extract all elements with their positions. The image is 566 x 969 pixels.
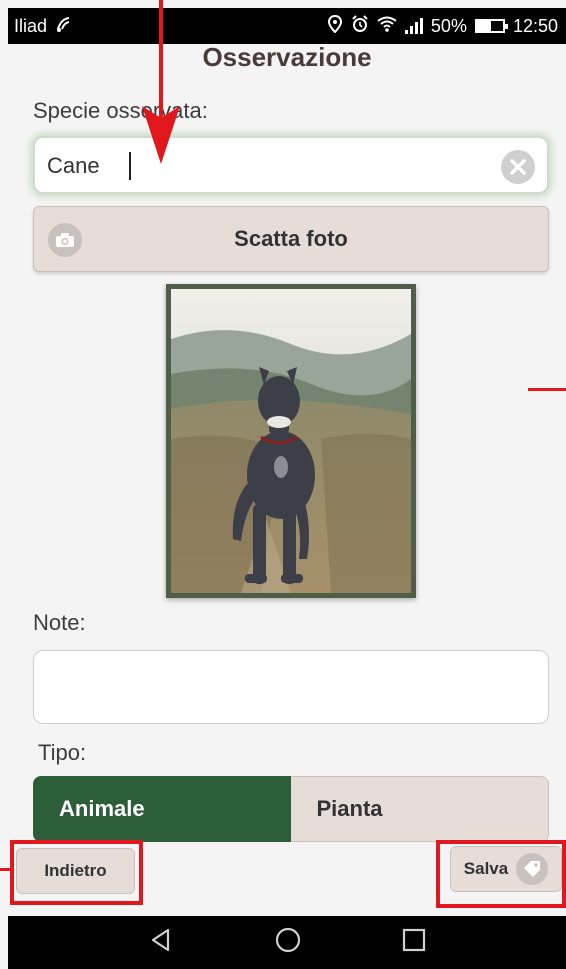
alarm-icon xyxy=(351,14,369,38)
battery-icon xyxy=(474,19,508,33)
annotation-arrow-shaft xyxy=(159,0,163,120)
observation-page: Osservazione Specie osservata: Scatta fo… xyxy=(8,44,566,916)
status-bar: Iliad 50% 12:50 xyxy=(8,8,566,44)
nav-recents-icon[interactable] xyxy=(402,928,426,957)
annotation-box-save xyxy=(436,840,566,908)
type-option-animale[interactable]: Animale xyxy=(33,776,291,842)
annotation-box-back xyxy=(10,840,143,905)
species-field[interactable] xyxy=(33,136,549,194)
notes-label: Note: xyxy=(33,610,86,635)
text-caret xyxy=(129,152,131,180)
wifi-icon xyxy=(377,16,397,37)
observation-photo xyxy=(166,284,416,598)
wifi-calling-icon xyxy=(55,15,73,38)
clock: 12:50 xyxy=(512,15,558,36)
clear-icon[interactable] xyxy=(501,150,535,184)
take-photo-label: Scatta foto xyxy=(234,226,348,251)
page-title: Osservazione xyxy=(202,44,372,72)
battery-percent: 50% xyxy=(430,15,467,36)
species-label: Specie osservata: xyxy=(33,98,208,123)
camera-icon xyxy=(48,223,82,257)
type-selector: Animale Pianta xyxy=(33,776,549,842)
dog-photo xyxy=(171,289,411,593)
system-nav-bar xyxy=(8,916,566,969)
carrier-name: Iliad xyxy=(14,15,48,36)
location-icon xyxy=(327,14,343,38)
signal-icon xyxy=(404,18,423,34)
nav-back-icon[interactable] xyxy=(148,927,174,958)
species-input[interactable] xyxy=(47,148,487,184)
type-label: Tipo: xyxy=(38,740,87,765)
annotation-line-right xyxy=(528,388,566,391)
type-option-pianta[interactable]: Pianta xyxy=(290,776,549,842)
notes-textarea[interactable] xyxy=(33,650,549,724)
annotation-arrow-head xyxy=(142,106,180,164)
take-photo-button[interactable]: Scatta foto xyxy=(33,206,549,272)
nav-home-icon[interactable] xyxy=(274,926,302,959)
